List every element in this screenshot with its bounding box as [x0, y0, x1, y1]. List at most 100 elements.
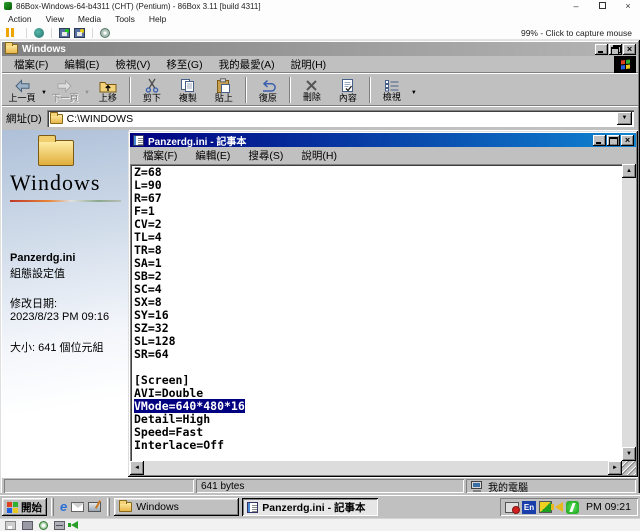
back-button[interactable]: 上一頁 [4, 75, 40, 106]
outlook-express-icon[interactable] [71, 502, 84, 512]
address-input[interactable]: C:\WINDOWS ▼ [47, 110, 634, 127]
explorer-menu-file[interactable]: 檔案(F) [6, 57, 56, 72]
scroll-right-icon[interactable]: ► [608, 461, 622, 475]
hard-disk-status-icon[interactable] [54, 521, 65, 530]
host-window-title: 86Box-Windows-64-b4311 (CHT) (Pentium) -… [16, 2, 570, 11]
forward-button[interactable]: 下一頁 [47, 75, 83, 106]
address-dropdown-button[interactable]: ▼ [617, 112, 632, 125]
notepad-menu-edit[interactable]: 編輯(E) [186, 148, 239, 163]
notepad-line[interactable]: [Screen] [134, 374, 622, 387]
undo-icon [260, 79, 276, 93]
explorer-minimize-button[interactable] [595, 44, 608, 55]
notepad-line[interactable]: L=90 [134, 179, 622, 192]
explorer-menu-help[interactable]: 說明(H) [283, 57, 335, 72]
notepad-line[interactable]: SY=16 [134, 309, 622, 322]
host-toolbar: 99% - Click to capture mouse [0, 26, 640, 40]
volume-icon[interactable] [555, 502, 563, 512]
notepad-line[interactable]: Interlace=Off [134, 439, 622, 452]
notepad-line[interactable] [134, 361, 622, 374]
explorer-menu-favorites[interactable]: 我的最愛(A) [211, 57, 283, 72]
host-menu-view[interactable]: View [46, 14, 64, 24]
host-close-button[interactable]: × [622, 1, 634, 11]
notepad-line[interactable]: SC=4 [134, 283, 622, 296]
sound-status-icon[interactable] [71, 521, 78, 529]
toolbar-separator [245, 77, 247, 103]
floppy-a-icon[interactable] [59, 28, 70, 38]
notepad-line[interactable]: SA=1 [134, 257, 622, 270]
notepad-line[interactable]: SB=2 [134, 270, 622, 283]
resize-grip[interactable] [622, 461, 636, 475]
task-button-notepad[interactable]: Panzerdg.ini - 記事本 [242, 498, 378, 516]
clock[interactable]: PM 09:21 [586, 501, 631, 513]
views-button[interactable]: 檢視 [374, 75, 410, 106]
host-menu-tools[interactable]: Tools [115, 14, 135, 24]
explorer-close-button[interactable]: × [623, 44, 636, 55]
host-menu-media[interactable]: Media [78, 14, 101, 24]
notepad-minimize-button[interactable] [593, 135, 606, 146]
explorer-menu-view[interactable]: 檢視(V) [107, 57, 158, 72]
undo-button[interactable]: 復原 [250, 75, 286, 106]
start-button[interactable]: 開始 [2, 498, 47, 516]
power-icon[interactable] [566, 501, 579, 514]
copy-button[interactable]: 複製 [170, 75, 206, 106]
notepad-maximize-button[interactable] [607, 135, 620, 146]
notepad-line[interactable]: F=1 [134, 205, 622, 218]
notepad-titlebar[interactable]: Panzerdg.ini - 記事本 × [130, 133, 636, 147]
notepad-line[interactable]: Z=68 [134, 166, 622, 179]
internet-explorer-icon[interactable]: e [60, 500, 67, 514]
notepad-menu-help[interactable]: 說明(H) [292, 148, 346, 163]
webview-folder-title: Windows [10, 170, 121, 196]
notepad-menu-search[interactable]: 搜尋(S) [239, 148, 292, 163]
notepad-line[interactable]: Detail=High [134, 413, 622, 426]
notepad-line[interactable]: R=67 [134, 192, 622, 205]
host-maximize-button[interactable] [596, 1, 608, 11]
notepad-line[interactable]: SL=128 [134, 335, 622, 348]
address-label: 網址(D) [6, 111, 42, 126]
cut-button[interactable]: 剪下 [134, 75, 170, 106]
floppy-a-status-icon[interactable] [5, 521, 16, 530]
file-size-text: 大小: 641 個位元組 [10, 339, 121, 355]
notepad-line[interactable]: SZ=32 [134, 322, 622, 335]
task-button-windows[interactable]: Windows [114, 498, 239, 516]
language-indicator[interactable]: En [522, 501, 536, 514]
notepad-line[interactable]: SX=8 [134, 296, 622, 309]
notepad-menu-file[interactable]: 檔案(F) [134, 148, 186, 163]
notepad-horizontal-scrollbar[interactable]: ◄ ► [130, 461, 622, 475]
host-statusbar [0, 518, 640, 531]
floppy-b-icon[interactable] [74, 28, 85, 38]
scroll-up-icon[interactable]: ▲ [622, 164, 636, 178]
notepad-line[interactable]: TL=4 [134, 231, 622, 244]
notepad-line[interactable]: TR=8 [134, 244, 622, 257]
explorer-titlebar[interactable]: Windows × [2, 42, 638, 56]
cdrom-icon[interactable] [100, 28, 110, 38]
pause-icon[interactable] [6, 28, 14, 37]
host-menu-action[interactable]: Action [8, 14, 32, 24]
delete-icon [305, 79, 318, 92]
notepad-vertical-scrollbar[interactable]: ▲ ▼ [622, 164, 636, 461]
scroll-left-icon[interactable]: ◄ [130, 461, 144, 475]
big-folder-icon [38, 140, 74, 166]
notepad-line[interactable]: SR=64 [134, 348, 622, 361]
cdrom-status-icon[interactable] [39, 521, 48, 530]
status-size-panel: 641 bytes [196, 479, 464, 493]
explorer-menu-edit[interactable]: 編輯(E) [56, 57, 107, 72]
show-desktop-icon[interactable] [88, 502, 101, 512]
up-button[interactable]: 上移 [90, 75, 126, 106]
cartridge-status-icon[interactable] [22, 521, 33, 530]
properties-button[interactable]: 內容 [330, 75, 366, 106]
notepad-window: Panzerdg.ini - 記事本 × 檔案(F) 編輯(E) 搜尋(S) 說… [128, 131, 638, 477]
explorer-restore-button[interactable] [609, 44, 622, 55]
notepad-line[interactable]: CV=2 [134, 218, 622, 231]
notepad-text[interactable]: Z=68L=90R=67F=1CV=2TL=4TR=8SA=1SB=2SC=4S… [130, 164, 622, 461]
host-minimize-button[interactable]: – [570, 1, 582, 11]
input-method-icon[interactable] [505, 502, 519, 513]
scroll-down-icon[interactable]: ▼ [622, 447, 636, 461]
views-dropdown-icon[interactable]: ▼ [411, 90, 417, 96]
paste-button[interactable]: 貼上 [206, 75, 242, 106]
delete-button[interactable]: 刪除 [294, 75, 330, 106]
status-zone-panel: 我的電腦 [466, 479, 636, 493]
notepad-close-button[interactable]: × [621, 135, 634, 146]
hard-disk-icon[interactable] [34, 28, 44, 38]
explorer-menu-go[interactable]: 移至(G) [158, 57, 210, 72]
host-menu-help[interactable]: Help [149, 14, 166, 24]
